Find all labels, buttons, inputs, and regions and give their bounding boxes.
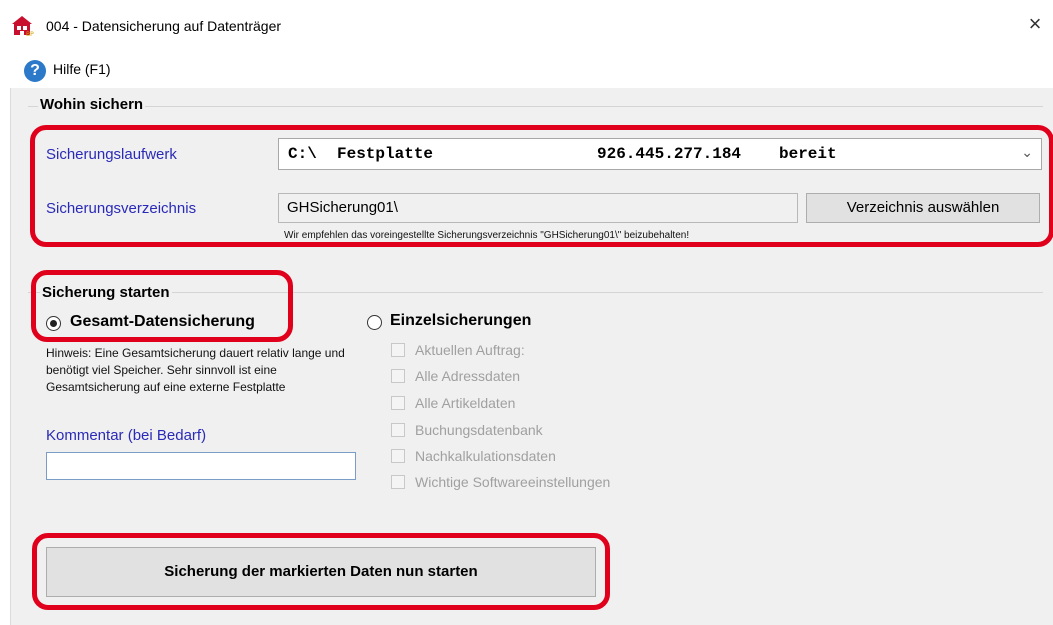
single-backup-radio[interactable] (367, 315, 382, 330)
drive-name: Festplatte (337, 145, 434, 163)
drive-select[interactable]: C:\ Festplatte 926.445.277.184 bereit ⌄ (278, 138, 1042, 170)
group-divider-start (28, 292, 1043, 293)
drive-status: bereit (779, 145, 837, 163)
drive-size: 926.445.277.184 (597, 145, 742, 163)
help-icon[interactable]: ? (24, 60, 46, 82)
option-label: Buchungsdatenbank (415, 422, 543, 438)
option-checkbox[interactable] (391, 475, 405, 489)
option-label: Aktuellen Auftrag: (415, 342, 525, 358)
select-directory-button[interactable]: Verzeichnis auswählen (806, 193, 1040, 223)
menu-bar (0, 52, 1053, 88)
full-backup-radio[interactable] (46, 316, 61, 331)
option-label: Alle Adressdaten (415, 368, 521, 384)
help-menu-item[interactable]: Hilfe (F1) (53, 61, 111, 77)
option-checkbox[interactable] (391, 423, 405, 437)
option-label: Nachkalkulationsdaten (415, 448, 556, 464)
option-checkbox[interactable] (391, 449, 405, 463)
app-icon: BP (12, 16, 34, 37)
directory-hint: Wir empfehlen das voreingestellte Sicher… (284, 230, 690, 241)
comment-input[interactable] (46, 452, 356, 480)
svg-text:BP: BP (26, 31, 34, 37)
full-backup-hint: Hinweis: Eine Gesamtsicherung dauert rel… (46, 346, 345, 394)
single-backup-label[interactable]: Einzelsicherungen (390, 312, 531, 330)
comment-label: Kommentar (bei Bedarf) (46, 427, 207, 444)
window-title: 004 - Datensicherung auf Datenträger (46, 18, 282, 34)
option-label: Wichtige Softwareeinstellungen (415, 474, 611, 490)
option-checkbox[interactable] (391, 396, 405, 410)
start-backup-button[interactable]: Sicherung der markierten Daten nun start… (46, 547, 596, 597)
drive-label: Sicherungslaufwerk (46, 146, 177, 163)
close-icon[interactable]: × (1023, 12, 1047, 36)
group-title-destination: Wohin sichern (38, 96, 146, 113)
directory-label: Sicherungsverzeichnis (46, 200, 197, 217)
chevron-down-icon[interactable]: ⌄ (1021, 145, 1033, 161)
full-backup-label[interactable]: Gesamt-Datensicherung (70, 313, 255, 331)
option-checkbox[interactable] (391, 369, 405, 383)
directory-field[interactable]: GHSicherung01\ (278, 193, 798, 223)
group-divider-destination (28, 106, 1043, 107)
title-bar: BP 004 - Datensicherung auf Datenträger … (0, 0, 1053, 52)
group-title-start: Sicherung starten (40, 284, 172, 301)
option-checkbox[interactable] (391, 343, 405, 357)
option-label: Alle Artikeldaten (415, 395, 516, 411)
drive-letter: C:\ (288, 145, 317, 163)
